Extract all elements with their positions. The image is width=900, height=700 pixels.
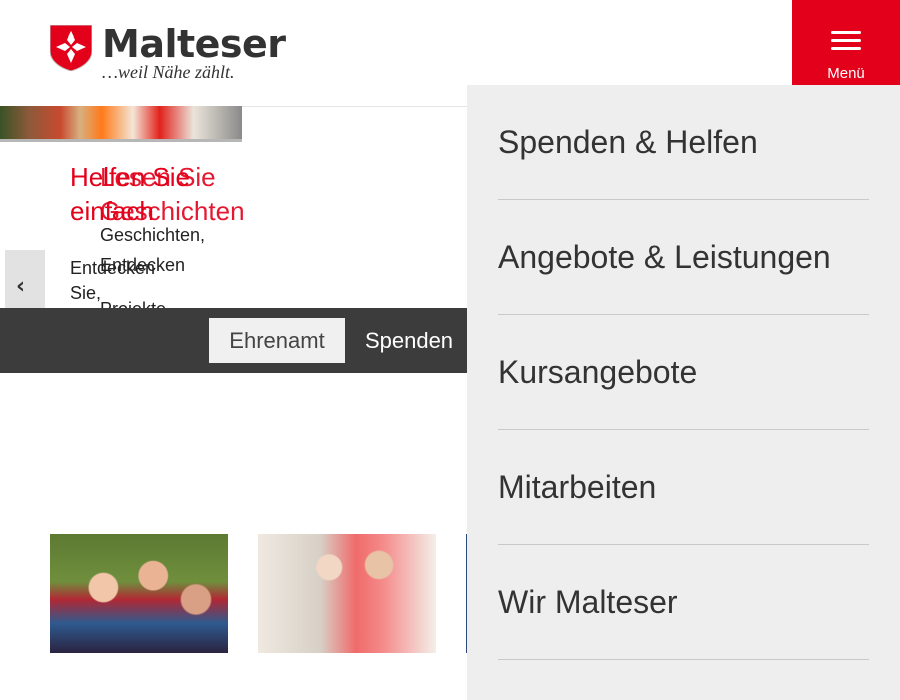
slide-text-b-line-3: Projekte [100,296,166,308]
ehrenamt-button[interactable]: Ehrenamt [209,318,345,363]
menu-button[interactable]: Menü [792,0,900,85]
chevron-left-icon: ‹ [16,274,26,299]
slide-text-b-line-2: Entdecken [100,255,186,275]
brand-tagline: …weil Nähe zählt. [102,62,235,82]
slide-title-b-line-1: Lesen Sie [100,162,216,192]
hero-image[interactable] [0,106,242,142]
slide-text-line-2: Sie, [70,283,102,303]
brand-name: Malteser [102,22,286,66]
menu-item-spenden-helfen[interactable]: Spenden & Helfen [498,85,869,200]
menu-item-kursangebote[interactable]: Kursangebote [498,315,869,430]
menu-label: Menü [827,65,865,82]
menu-item-angebote-leistungen[interactable]: Angebote & Leistungen [498,200,869,315]
hero-image-bar [0,139,242,142]
side-menu: Spenden & Helfen Angebote & Leistungen K… [467,85,900,700]
malteser-logo[interactable]: Malteser …weil Nähe zählt. [50,22,286,86]
spenden-button[interactable]: Spenden [355,318,463,363]
slide-text-b-line-1: Geschichten, [100,225,206,245]
menu-item-wir-malteser[interactable]: Wir Malteser [498,545,869,660]
menu-item-mitarbeiten[interactable]: Mitarbeiten [498,430,869,545]
malteser-cross-icon [50,25,92,71]
teaser-image-care[interactable] [258,534,436,653]
hamburger-icon [831,31,861,51]
action-bar: Ehrenamt Spenden [0,308,470,373]
teaser-image-family[interactable] [50,534,228,653]
